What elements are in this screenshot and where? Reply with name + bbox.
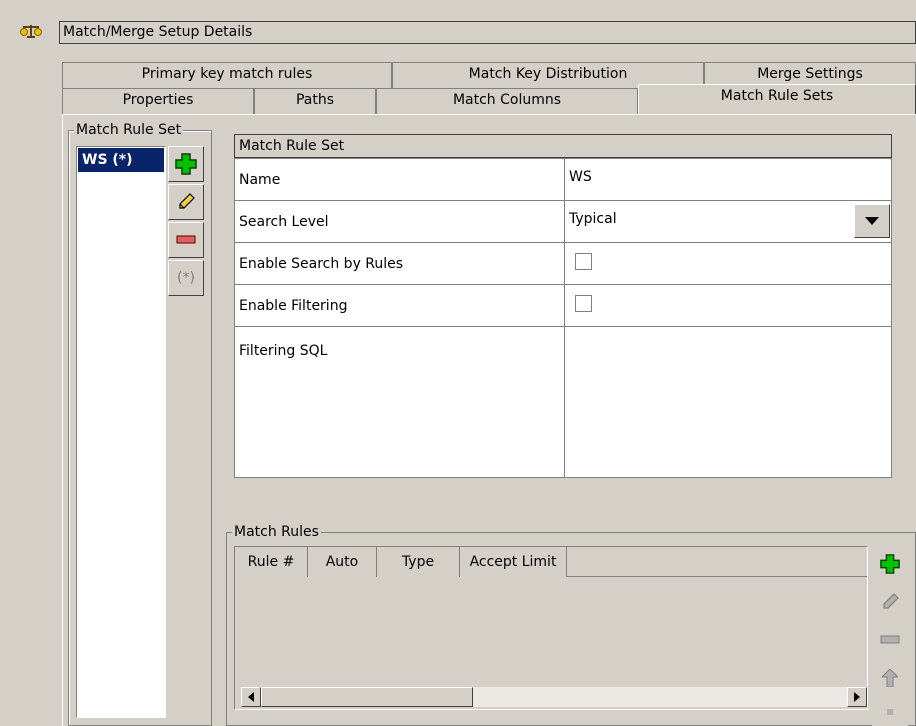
list-item[interactable]: WS (*) <box>78 148 164 172</box>
remove-icon <box>880 635 900 644</box>
match-rules-legend: Match Rules <box>232 524 321 540</box>
chevron-down-icon <box>865 217 879 225</box>
rule-set-legend: Match Rule Set <box>74 122 184 138</box>
horizontal-scrollbar[interactable] <box>241 687 867 707</box>
set-default-icon: (*) <box>177 270 195 286</box>
edit-rule-button[interactable] <box>872 584 908 620</box>
tab-match-rule-sets[interactable]: Match Rule Sets <box>638 84 916 114</box>
set-default-button[interactable]: (*) <box>168 260 204 296</box>
remove-rule-set-button[interactable] <box>168 222 204 258</box>
name-field[interactable]: WS <box>565 159 892 201</box>
remove-rule-button[interactable] <box>872 622 908 658</box>
properties-header: Match Rule Set <box>234 134 892 158</box>
page-title: Match/Merge Setup Details <box>63 24 253 40</box>
enable-filtering-cell <box>565 285 892 327</box>
tab-properties[interactable]: Properties <box>62 88 254 114</box>
add-rule-set-button[interactable] <box>168 146 204 182</box>
enable-search-rules-label: Enable Search by Rules <box>235 243 565 285</box>
search-level-select[interactable]: Typical <box>565 201 892 243</box>
scroll-right-button[interactable] <box>847 687 867 707</box>
arrow-right-icon <box>854 692 860 702</box>
title-bar: Match/Merge Setup Details <box>0 0 916 48</box>
dropdown-button[interactable] <box>854 204 890 238</box>
enable-filtering-checkbox[interactable] <box>575 295 592 312</box>
arrow-left-icon <box>248 692 254 702</box>
move-down-button[interactable] <box>872 698 908 726</box>
filtering-sql-label: Filtering SQL <box>239 343 328 359</box>
move-up-icon <box>882 669 898 687</box>
title-box: Match/Merge Setup Details <box>59 21 916 44</box>
tab-paths[interactable]: Paths <box>254 88 376 114</box>
column-header-accept-limit[interactable]: Accept Limit <box>460 547 567 577</box>
name-label: Name <box>235 159 565 201</box>
tab-primary-key-match-rules[interactable]: Primary key match rules <box>62 62 392 88</box>
filtering-sql-field[interactable] <box>565 327 892 478</box>
add-rule-button[interactable] <box>872 546 908 582</box>
properties-grid: Name WS Search Level Typical Enable Sear… <box>234 158 892 478</box>
edit-pencil-icon <box>179 193 195 209</box>
tabs-front-row: Properties Paths Match Columns Match Rul… <box>62 84 916 116</box>
column-header-type[interactable]: Type <box>377 547 460 577</box>
enable-search-rules-checkbox[interactable] <box>575 253 592 270</box>
add-icon <box>880 554 900 574</box>
move-down-icon <box>887 709 893 715</box>
column-header-auto[interactable]: Auto <box>308 547 377 577</box>
add-icon <box>175 153 197 175</box>
column-header-rule-number[interactable]: Rule # <box>235 547 308 577</box>
enable-filtering-label: Enable Filtering <box>235 285 565 327</box>
rule-set-list[interactable]: WS (*) <box>76 146 166 718</box>
match-rules-table: Rule # Auto Type Accept Limit <box>234 546 868 710</box>
table-header: Rule # Auto Type Accept Limit <box>235 547 867 577</box>
scrollbar-thumb[interactable] <box>261 687 473 707</box>
filtering-sql-label-cell: Filtering SQL <box>235 327 565 478</box>
enable-search-rules-cell <box>565 243 892 285</box>
edit-rule-set-button[interactable] <box>168 184 204 220</box>
scroll-left-button[interactable] <box>241 687 261 707</box>
edit-pencil-icon <box>883 593 899 609</box>
balance-scale-icon <box>18 23 44 39</box>
remove-icon <box>176 235 196 244</box>
move-up-button[interactable] <box>872 660 908 696</box>
tab-match-columns[interactable]: Match Columns <box>376 88 638 114</box>
search-level-label: Search Level <box>235 201 565 243</box>
